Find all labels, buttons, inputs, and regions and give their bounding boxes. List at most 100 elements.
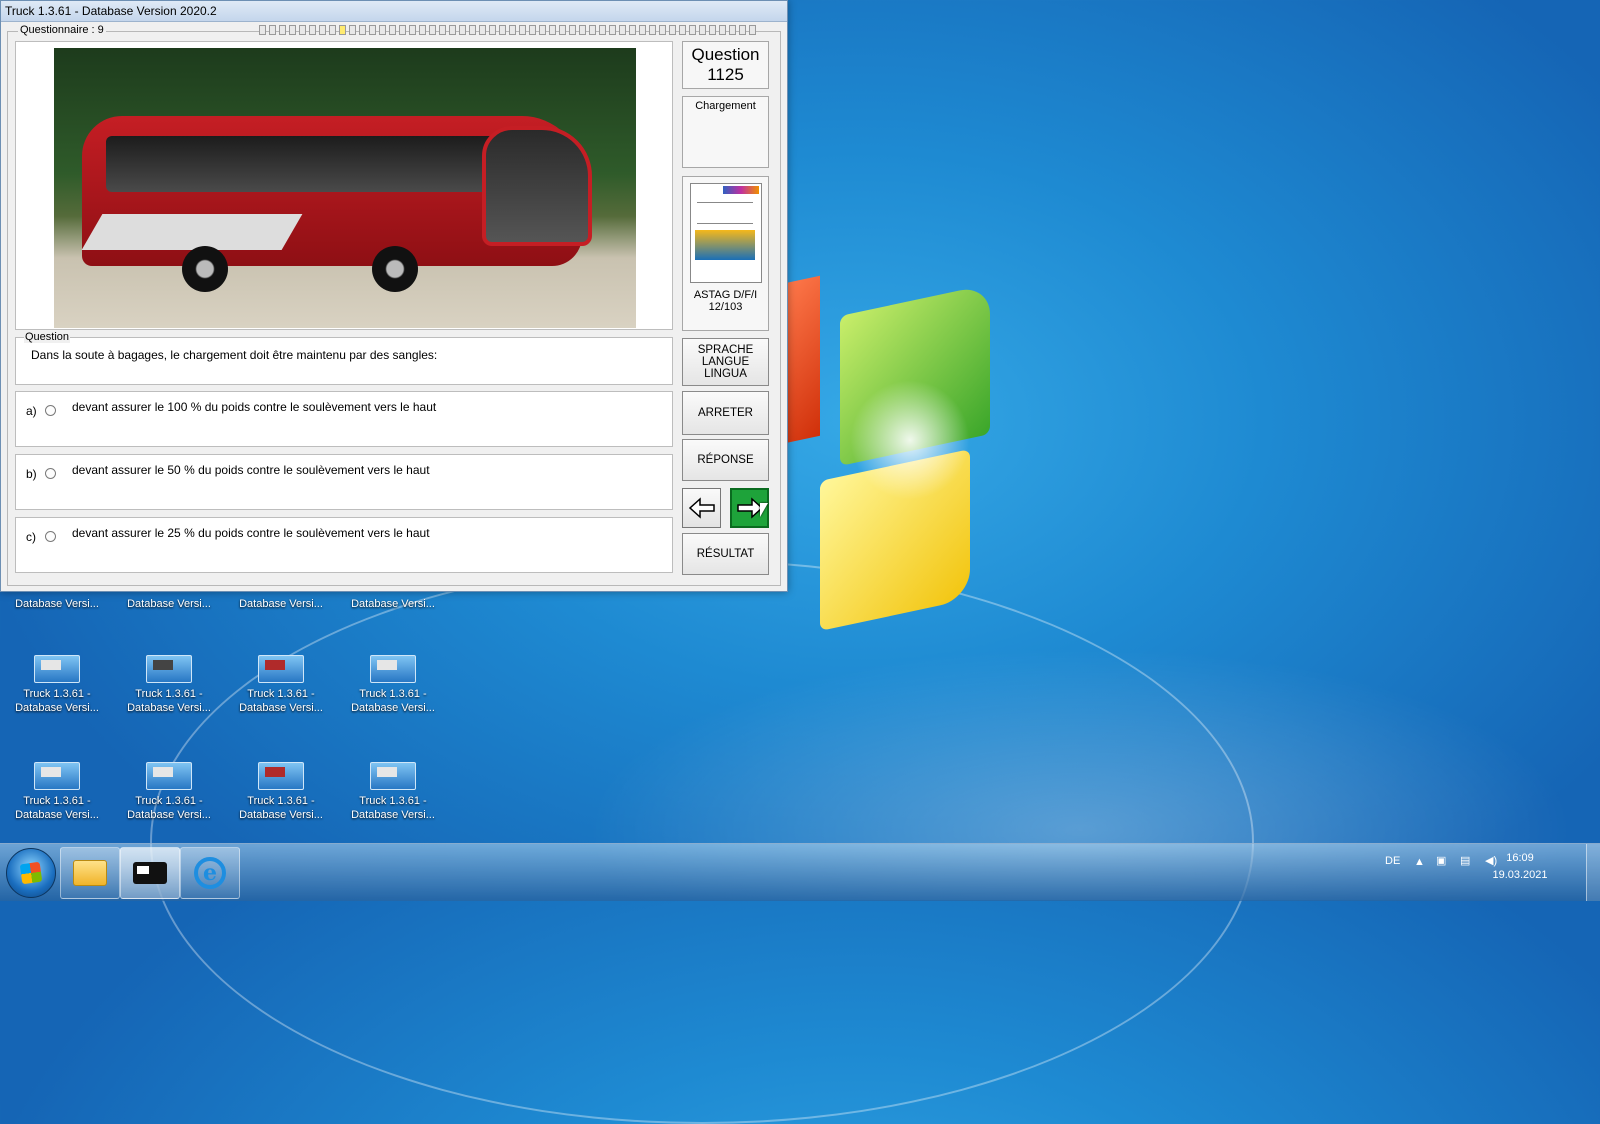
answer-radio[interactable] xyxy=(45,405,56,416)
progress-tick xyxy=(519,25,526,35)
answer-button[interactable]: RÉPONSE xyxy=(682,439,769,481)
previous-question-button[interactable] xyxy=(682,488,721,528)
progress-tick xyxy=(329,25,336,35)
app-shortcut-icon xyxy=(370,655,416,683)
progress-tick xyxy=(749,25,756,35)
progress-tick xyxy=(409,25,416,35)
progress-tick xyxy=(299,25,306,35)
windows-logo-wallpaper xyxy=(780,275,1010,640)
progress-tick xyxy=(729,25,736,35)
desktop-icon[interactable]: Truck 1.3.61 - Database Versi... xyxy=(338,655,448,715)
progress-tick xyxy=(679,25,686,35)
windows-start-icon xyxy=(19,861,43,885)
wallpaper-swirl xyxy=(150,560,1254,1124)
keyboard-language[interactable]: DE xyxy=(1385,855,1400,867)
progress-tick xyxy=(439,25,446,35)
progress-tick xyxy=(589,25,596,35)
answer-letter: a) xyxy=(26,404,37,418)
app-shortcut-icon xyxy=(258,655,304,683)
window-title: Truck 1.3.61 - Database Version 2020.2 xyxy=(1,1,787,22)
language-label-fr: LANGUE xyxy=(701,356,750,368)
progress-tick xyxy=(289,25,296,35)
app-shortcut-icon xyxy=(34,762,80,790)
taskbar-explorer[interactable] xyxy=(60,847,120,899)
desktop-icon[interactable]: Database Versi... xyxy=(226,597,336,611)
desktop-icon[interactable]: Truck 1.3.61 - Database Versi... xyxy=(338,762,448,822)
clock-date: 19.03.2021 xyxy=(1492,869,1548,881)
progress-tick xyxy=(509,25,516,35)
progress-tick xyxy=(309,25,316,35)
progress-tick xyxy=(639,25,646,35)
desktop-icon[interactable]: Database Versi... xyxy=(338,597,448,611)
book-cover-image xyxy=(689,183,762,283)
clock-time: 16:09 xyxy=(1506,852,1534,864)
source-book-name: ASTAG D/F/I xyxy=(693,289,758,301)
progress-tick xyxy=(349,25,356,35)
progress-tick xyxy=(609,25,616,35)
app-shortcut-icon xyxy=(146,655,192,683)
progress-tick xyxy=(319,25,326,35)
answer-text: devant assurer le 25 % du poids contre l… xyxy=(72,526,430,540)
network-icon[interactable]: ▤ xyxy=(1460,854,1470,867)
source-book: ASTAG D/F/I 12/103 xyxy=(682,176,769,331)
app-shortcut-icon xyxy=(146,762,192,790)
desktop-icon[interactable]: Truck 1.3.61 - Database Versi... xyxy=(114,762,224,822)
progress-tick xyxy=(719,25,726,35)
desktop-icon[interactable]: Truck 1.3.61 - Database Versi... xyxy=(2,762,112,822)
progress-tick xyxy=(379,25,386,35)
question-box: Question Dans la soute à bagages, le cha… xyxy=(15,331,673,385)
answer-radio[interactable] xyxy=(45,531,56,542)
stop-button[interactable]: ARRETER xyxy=(682,391,769,435)
progress-tick xyxy=(419,25,426,35)
progress-tick xyxy=(549,25,556,35)
desktop-icon[interactable]: Truck 1.3.61 - Database Versi... xyxy=(114,655,224,715)
progress-tick xyxy=(269,25,276,35)
progress-tick xyxy=(479,25,486,35)
progress-tick xyxy=(429,25,436,35)
answer-radio[interactable] xyxy=(45,468,56,479)
source-book-ref: 12/103 xyxy=(708,301,743,313)
device-icon[interactable]: ▣ xyxy=(1436,854,1446,867)
show-hidden-icons-icon[interactable]: ▲ xyxy=(1414,856,1425,868)
progress-tick xyxy=(659,25,666,35)
mouse-cursor-icon xyxy=(760,503,768,517)
progress-tick xyxy=(489,25,496,35)
desktop-icon[interactable]: Truck 1.3.61 - Database Versi... xyxy=(226,762,336,822)
question-legend: Question xyxy=(24,331,71,343)
result-button[interactable]: RÉSULTAT xyxy=(682,533,769,575)
desktop-icon[interactable]: Truck 1.3.61 - Database Versi... xyxy=(2,655,112,715)
desktop-icon[interactable]: Database Versi... xyxy=(114,597,224,611)
progress-tick xyxy=(629,25,636,35)
question-image-frame xyxy=(15,41,673,330)
progress-tick xyxy=(499,25,506,35)
answer-text: devant assurer le 100 % du poids contre … xyxy=(72,400,437,414)
app-shortcut-icon xyxy=(34,655,80,683)
status-label: Chargement xyxy=(695,100,756,112)
taskbar: e DE ▲ ▣ ▤ ◀) 16:09 19.03.2021 xyxy=(0,843,1600,901)
desktop-icon[interactable]: Truck 1.3.61 - Database Versi... xyxy=(226,655,336,715)
clock[interactable]: 16:09 19.03.2021 xyxy=(1480,850,1560,884)
progress-tick xyxy=(699,25,706,35)
progress-tick xyxy=(709,25,716,35)
taskbar-truck-app[interactable] xyxy=(120,847,180,899)
answer-option-c[interactable]: c) devant assurer le 25 % du poids contr… xyxy=(15,517,673,573)
desktop-icon[interactable]: Database Versi... xyxy=(2,597,112,611)
progress-tick xyxy=(579,25,586,35)
taskbar-internet-explorer[interactable]: e xyxy=(180,847,240,899)
questionnaire-progress xyxy=(259,25,771,35)
progress-tick xyxy=(599,25,606,35)
start-button[interactable] xyxy=(6,848,56,898)
internet-explorer-icon: e xyxy=(194,857,226,889)
app-shortcut-icon xyxy=(370,762,416,790)
show-desktop-button[interactable] xyxy=(1586,844,1600,901)
progress-tick xyxy=(459,25,466,35)
language-button[interactable]: SPRACHE LANGUE LINGUA xyxy=(682,338,769,386)
answer-option-b[interactable]: b) devant assurer le 50 % du poids contr… xyxy=(15,454,673,510)
answer-option-a[interactable]: a) devant assurer le 100 % du poids cont… xyxy=(15,391,673,447)
language-label-de: SPRACHE xyxy=(697,344,754,356)
question-number-value: 1125 xyxy=(707,65,744,84)
arrow-left-icon xyxy=(688,497,715,519)
progress-tick xyxy=(569,25,576,35)
progress-tick xyxy=(369,25,376,35)
answer-text: devant assurer le 50 % du poids contre l… xyxy=(72,463,430,477)
